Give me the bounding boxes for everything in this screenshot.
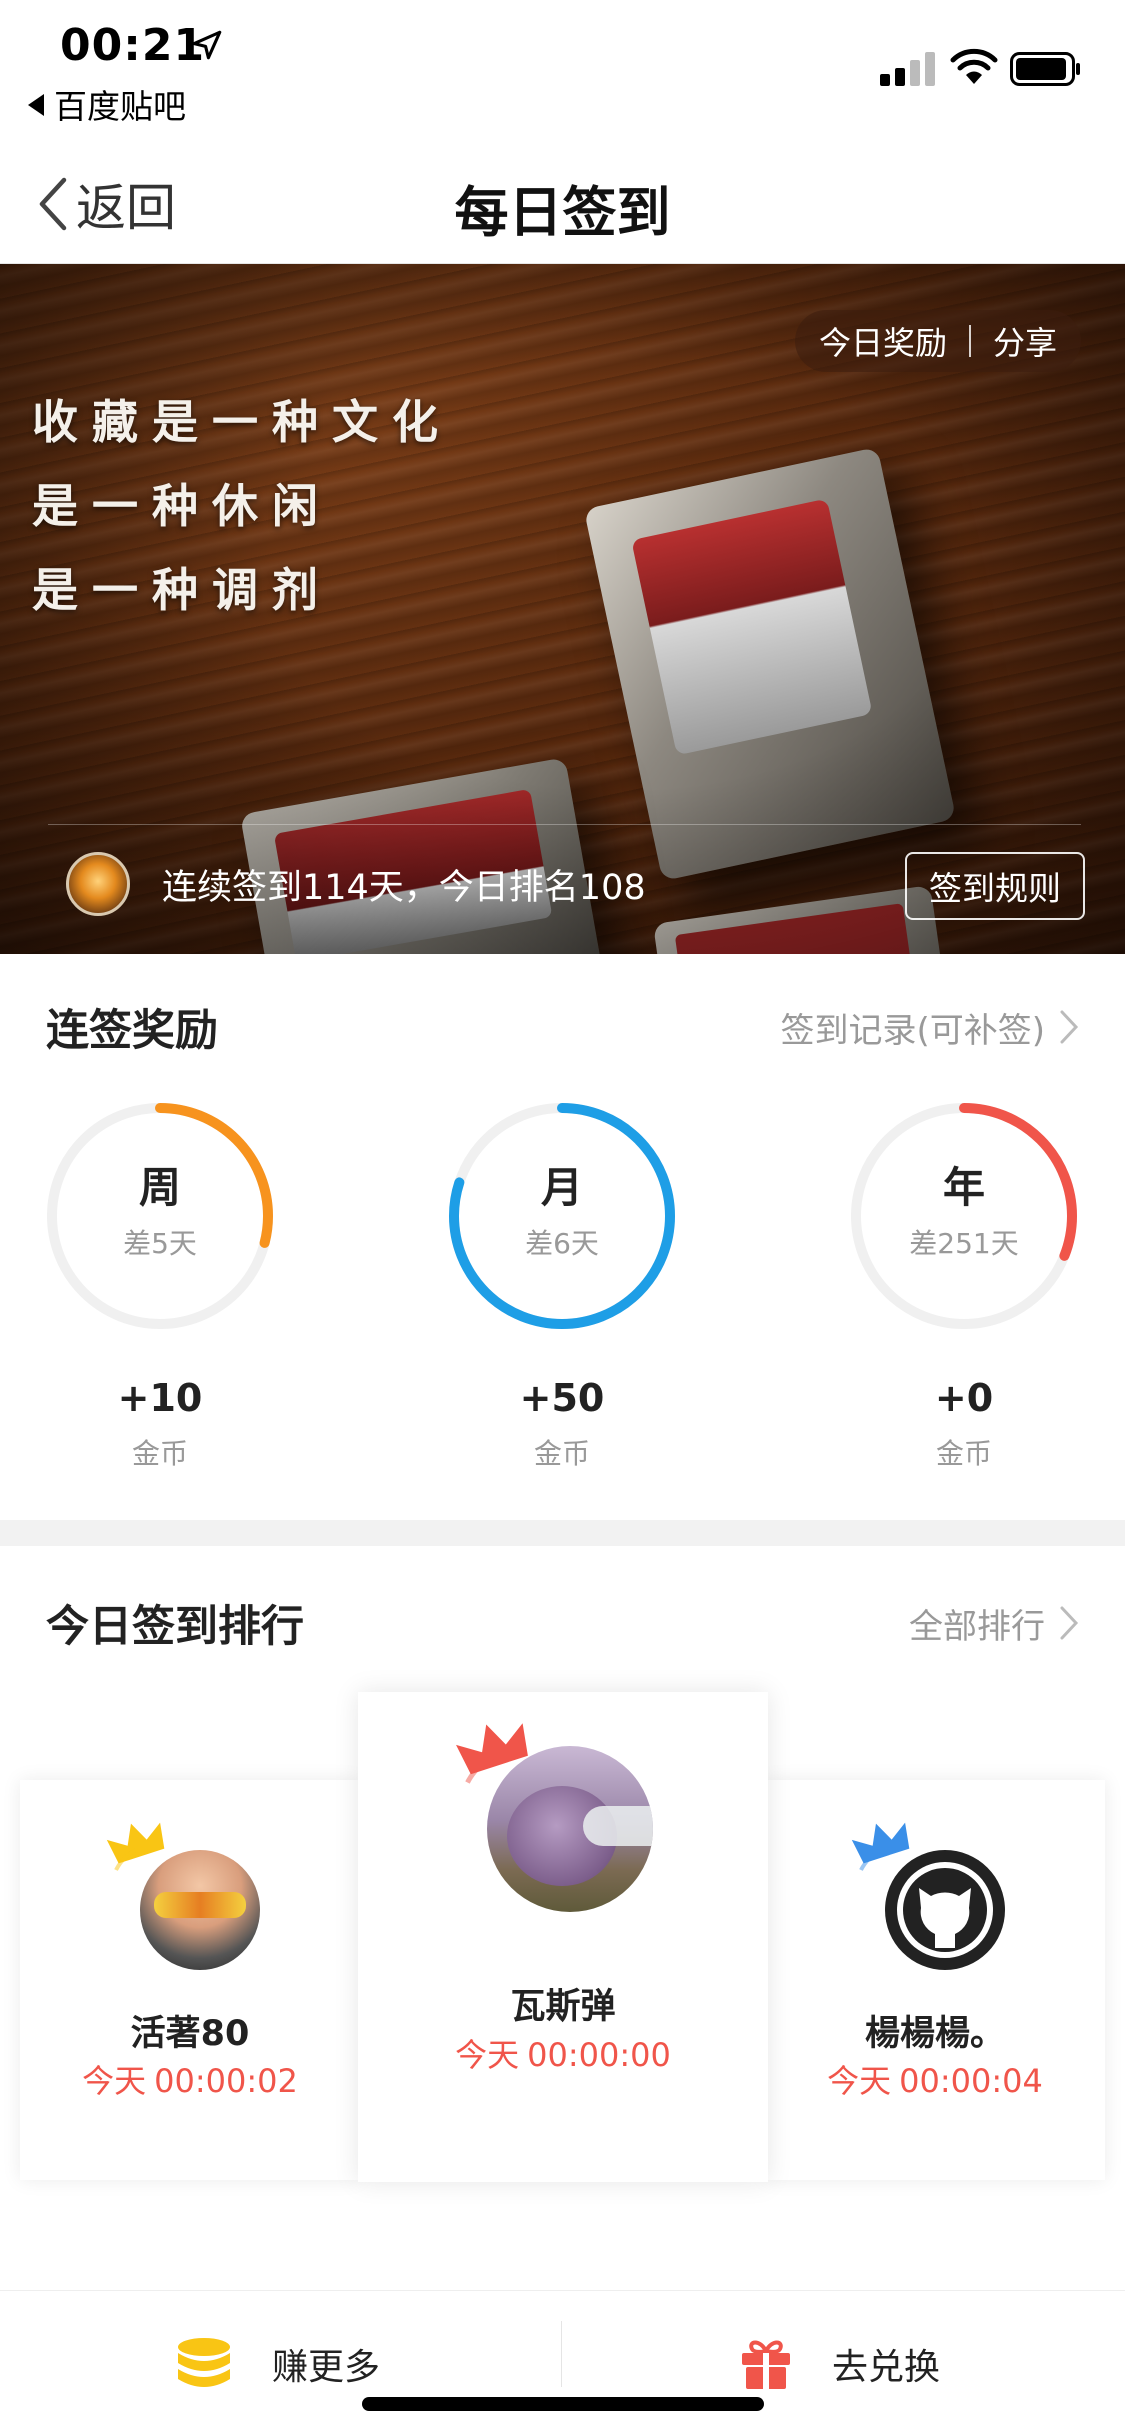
progress-ring bbox=[449, 1103, 675, 1329]
rank-time: 今天 00:00:04 bbox=[827, 2062, 1043, 2100]
rewards-title: 连签奖励 bbox=[46, 1006, 218, 1056]
progress-ring bbox=[47, 1103, 273, 1329]
cellular-signal-icon bbox=[880, 52, 936, 86]
reward-amount: +0 bbox=[934, 1376, 994, 1420]
quote-line: 是一种休闲 bbox=[32, 479, 332, 533]
reward-unit: 金币 bbox=[935, 1437, 992, 1470]
reward-period-label: 月 bbox=[540, 1163, 583, 1212]
status-bar: 00:21 百度贴吧 bbox=[0, 0, 1125, 130]
reward-period-label: 年 bbox=[942, 1163, 985, 1212]
earn-more-button[interactable]: 赚更多 bbox=[176, 2291, 380, 2436]
back-triangle-icon bbox=[28, 94, 44, 116]
back-app-label: 百度贴吧 bbox=[54, 87, 186, 126]
rewards-header: 连签奖励 签到记录(可补签) bbox=[46, 996, 1079, 1058]
ranking-header: 今日签到排行 全部排行 bbox=[46, 1592, 1079, 1654]
wifi-icon bbox=[950, 48, 998, 84]
rank-name: 活著80 bbox=[130, 2014, 250, 2054]
bottom-action-bar: 赚更多 去兑换 bbox=[0, 2290, 1125, 2436]
status-time: 00:21 bbox=[60, 20, 206, 71]
level-badge-icon bbox=[66, 852, 130, 916]
bottom-divider bbox=[561, 2321, 562, 2387]
page-title: 每日签到 bbox=[454, 181, 671, 244]
all-ranking-link[interactable]: 全部排行 bbox=[909, 1599, 1079, 1648]
avatar bbox=[487, 1746, 653, 1912]
rank-name: 楊楊楊。 bbox=[864, 2014, 1005, 2054]
streak-text: 连续签到114天，今日排名108 bbox=[162, 867, 646, 908]
quote-line: 收藏是一种文化 bbox=[32, 395, 452, 449]
reward-amount: +10 bbox=[117, 1376, 203, 1420]
sign-in-rules-button[interactable]: 签到规则 bbox=[905, 852, 1085, 920]
back-to-app-link[interactable]: 百度贴吧 bbox=[28, 80, 186, 128]
rank-card-second[interactable]: 活著80 今天 00:00:02 bbox=[20, 1780, 360, 2180]
sign-in-banner: 今日奖励 分享 收藏是一种文化 是一种休闲 是一种调剂 连续签到114天，今日排… bbox=[0, 264, 1125, 954]
section-divider bbox=[0, 1520, 1125, 1546]
earn-more-label: 赚更多 bbox=[272, 2347, 381, 2388]
octocat-icon bbox=[897, 1862, 993, 1958]
avatar bbox=[140, 1850, 260, 1970]
rank-card-first[interactable]: 瓦斯弹 今天 00:00:00 bbox=[358, 1692, 768, 2182]
banner-actions: 今日奖励 分享 bbox=[794, 310, 1081, 372]
reward-amount: +50 bbox=[519, 1376, 605, 1420]
reward-period-label: 周 bbox=[138, 1163, 181, 1212]
redeem-label: 去兑换 bbox=[832, 2347, 941, 2388]
redeem-button[interactable]: 去兑换 bbox=[740, 2291, 940, 2436]
reward-remaining: 差5天 bbox=[123, 1227, 197, 1260]
battery-icon bbox=[1010, 52, 1080, 86]
sunglasses-icon bbox=[154, 1892, 246, 1918]
rank-time: 今天 00:00:00 bbox=[455, 2036, 671, 2074]
banner-divider bbox=[48, 824, 1081, 825]
reward-week[interactable]: 周 差5天 +10 金币 bbox=[40, 1096, 280, 1470]
actions-divider bbox=[968, 325, 971, 357]
sign-in-record-link[interactable]: 签到记录(可补签) bbox=[780, 1003, 1079, 1052]
location-arrow-icon bbox=[192, 30, 222, 60]
ranking-title: 今日签到排行 bbox=[46, 1602, 304, 1652]
rank-time: 今天 00:00:02 bbox=[82, 2062, 298, 2100]
streak-info: 连续签到114天，今日排名108 bbox=[66, 852, 646, 916]
progress-ring bbox=[851, 1103, 1077, 1329]
avatar bbox=[885, 1850, 1005, 1970]
quote-line: 是一种调剂 bbox=[32, 563, 332, 617]
chevron-right-icon bbox=[1060, 1606, 1079, 1640]
rank-name: 瓦斯弹 bbox=[510, 1987, 616, 2027]
reward-unit: 金币 bbox=[533, 1437, 590, 1470]
today-reward-link[interactable]: 今日奖励 bbox=[819, 318, 947, 364]
reward-month[interactable]: 月 差6天 +50 金币 bbox=[442, 1096, 682, 1470]
sign-in-record-label: 签到记录(可补签) bbox=[780, 1010, 1045, 1051]
reward-year[interactable]: 年 差251天 +0 金币 bbox=[844, 1096, 1084, 1470]
share-link[interactable]: 分享 bbox=[993, 318, 1057, 364]
banner-quote: 收藏是一种文化 是一种休闲 是一种调剂 bbox=[32, 380, 452, 632]
rank-card-third[interactable]: 楊楊楊。 今天 00:00:04 bbox=[765, 1780, 1105, 2180]
home-indicator bbox=[362, 2397, 764, 2411]
coins-icon bbox=[178, 2338, 230, 2387]
chevron-right-icon bbox=[1060, 1010, 1079, 1044]
reward-remaining: 差251天 bbox=[909, 1227, 1019, 1260]
reward-remaining: 差6天 bbox=[525, 1227, 599, 1260]
gift-icon bbox=[742, 2340, 790, 2389]
all-ranking-label: 全部排行 bbox=[909, 1606, 1045, 1647]
reward-unit: 金币 bbox=[131, 1437, 188, 1470]
nav-bar: 返回 每日签到 bbox=[0, 130, 1125, 264]
